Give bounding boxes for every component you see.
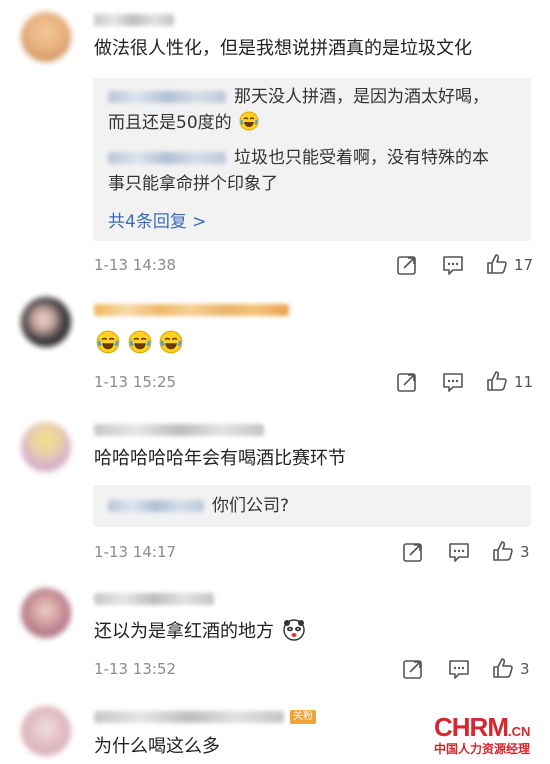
- reply-text: 你们公司?: [212, 496, 290, 516]
- timestamp: 1-13 14:17: [94, 543, 177, 561]
- comment-text: 还以为是拿红酒的地方: [94, 618, 306, 644]
- avatar[interactable]: [21, 422, 71, 472]
- thumbs-up-icon[interactable]: [492, 540, 514, 562]
- share-icon[interactable]: [402, 658, 424, 680]
- username-blurred[interactable]: [94, 711, 284, 723]
- share-icon[interactable]: [396, 371, 418, 393]
- comment-emojis: [94, 330, 183, 358]
- thumbs-up-icon[interactable]: [492, 657, 514, 679]
- comment-text: 为什么喝这么多: [94, 736, 220, 757]
- thumbs-up-icon[interactable]: [486, 370, 508, 392]
- username-blurred[interactable]: [94, 593, 214, 605]
- like-count: 17: [514, 256, 534, 274]
- chrm-watermark-logo: CHRM.CN 中国人力资源经理: [432, 712, 540, 756]
- watermark-tagline: 中国人力资源经理: [434, 742, 531, 756]
- reply-2: 垃圾也只能受着啊，没有特殊的本: [108, 146, 489, 170]
- like-count: 3: [520, 660, 530, 678]
- reply-text-cont: 事只能拿命拼个印象了: [108, 174, 278, 194]
- reply-1: 那天没人拼酒，是因为酒太好喝，: [108, 85, 489, 109]
- reply-2-cont: 事只能拿命拼个印象了: [108, 172, 278, 196]
- like-count: 3: [520, 543, 530, 561]
- reply-1: 你们公司?: [108, 494, 289, 518]
- comment-text-content: 还以为是拿红酒的地方: [94, 621, 274, 642]
- reply-username-blurred[interactable]: [108, 152, 226, 164]
- comment-text: 做法很人性化，但是我想说拼酒真的是垃圾文化: [94, 38, 472, 59]
- timestamp: 1-13 13:52: [94, 660, 177, 678]
- reply-username-blurred[interactable]: [108, 500, 204, 512]
- reply-text-cont: 而且还是50度的: [108, 113, 232, 133]
- comment-icon[interactable]: [448, 658, 470, 680]
- username-blurred[interactable]: [94, 424, 264, 436]
- timestamp: 1-13 14:38: [94, 256, 177, 274]
- avatar[interactable]: [21, 706, 71, 756]
- reply-text: 那天没人拼酒，是因为酒太好喝，: [234, 87, 489, 107]
- avatar[interactable]: [21, 588, 71, 638]
- share-icon[interactable]: [396, 254, 418, 276]
- reply-box[interactable]: 那天没人拼酒，是因为酒太好喝， 而且还是50度的 垃圾也只能受着啊，没有特殊的本…: [93, 78, 531, 241]
- timestamp: 1-13 15:25: [94, 373, 177, 391]
- reply-text: 垃圾也只能受着啊，没有特殊的本: [234, 148, 489, 168]
- like-count: 11: [514, 373, 534, 391]
- username-blurred[interactable]: [94, 14, 174, 26]
- comment-text: 哈哈哈哈哈年会有喝酒比赛环节: [94, 448, 346, 469]
- panda-emoji-icon: [283, 619, 305, 641]
- avatar[interactable]: [21, 297, 71, 347]
- share-icon[interactable]: [402, 541, 424, 563]
- more-replies-link[interactable]: 共4条回复 >: [108, 207, 206, 232]
- fan-badge: 关粉: [290, 710, 316, 724]
- reply-box[interactable]: 你们公司?: [93, 485, 531, 527]
- laugh-cry-emoji-icon: [128, 330, 152, 354]
- thumbs-up-icon[interactable]: [486, 253, 508, 275]
- avatar[interactable]: [21, 12, 71, 62]
- reply-1-cont: 而且还是50度的: [108, 111, 259, 135]
- watermark-brand: CHRM.CN: [434, 712, 531, 742]
- comment-icon[interactable]: [448, 541, 470, 563]
- laugh-cry-emoji-icon: [160, 330, 183, 354]
- laugh-cry-emoji-icon: [96, 330, 120, 354]
- comment-icon[interactable]: [442, 371, 464, 393]
- comment-icon[interactable]: [442, 254, 464, 276]
- username-blurred[interactable]: [94, 304, 289, 316]
- laugh-cry-emoji-icon: [239, 111, 259, 131]
- reply-username-blurred[interactable]: [108, 91, 226, 103]
